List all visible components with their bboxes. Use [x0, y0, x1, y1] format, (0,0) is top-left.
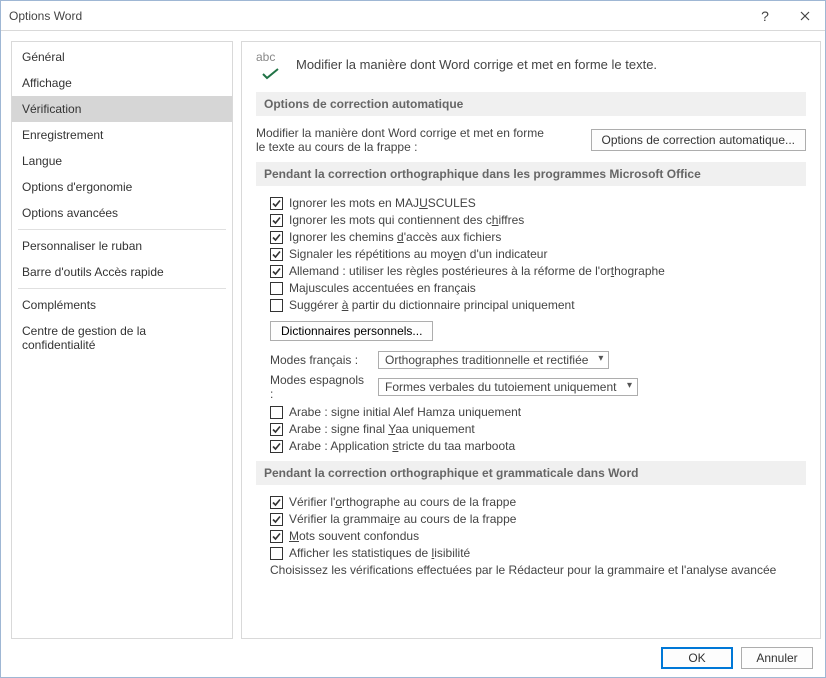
checkbox-row: Vérifier la grammaire au cours de la fra…	[270, 512, 806, 526]
french-mode-value: Orthographes traditionnelle et rectifiée	[385, 353, 588, 367]
sidebar-separator	[18, 229, 226, 230]
spelling-checks-group: Ignorer les mots en MAJUSCULES Ignorer le…	[256, 196, 806, 312]
checkbox-label: Mots souvent confondus	[289, 529, 419, 543]
abc-text: abc	[256, 50, 275, 64]
sidebar-separator	[18, 288, 226, 289]
sidebar-item[interactable]: Personnaliser le ruban	[12, 233, 232, 259]
help-button[interactable]: ?	[745, 1, 785, 31]
custom-dictionaries-button[interactable]: Dictionnaires personnels...	[270, 321, 433, 341]
french-mode-row: Modes français : Orthographes traditionn…	[270, 351, 806, 369]
checkbox-row: Arabe : Application stricte du taa marbo…	[270, 439, 806, 453]
checkbox-row: Vérifier l'orthographe au cours de la fr…	[270, 495, 806, 509]
page-header: abc Modifier la manière dont Word corrig…	[256, 52, 806, 76]
checkbox-row: Arabe : signe initial Alef Hamza uniquem…	[270, 405, 806, 419]
spanish-mode-row: Modes espagnols : Formes verbales du tut…	[270, 373, 806, 401]
checkbox[interactable]	[270, 440, 283, 453]
checkbox-row: Ignorer les mots qui contiennent des chi…	[270, 213, 806, 227]
sidebar-item[interactable]: Barre d'outils Accès rapide	[12, 259, 232, 285]
content-scroll[interactable]: abc Modifier la manière dont Word corrig…	[242, 42, 820, 638]
dialog-body: GénéralAffichageVérificationEnregistreme…	[1, 31, 825, 639]
checkbox-row: Suggérer à partir du dictionnaire princi…	[270, 298, 806, 312]
sidebar-item[interactable]: Affichage	[12, 70, 232, 96]
checkbox[interactable]	[270, 214, 283, 227]
page-subtitle: Modifier la manière dont Word corrige et…	[296, 57, 657, 72]
close-icon	[800, 11, 810, 21]
sidebar-item[interactable]: Vérification	[12, 96, 232, 122]
spanish-mode-select[interactable]: Formes verbales du tutoiement uniquement	[378, 378, 638, 396]
section-spelling-header: Pendant la correction orthographique dan…	[256, 162, 806, 186]
checkbox-row: Majuscules accentuées en français	[270, 281, 806, 295]
checkbox-label: Vérifier la grammaire au cours de la fra…	[289, 512, 516, 526]
checkbox-row: Arabe : signe final Yaa uniquement	[270, 422, 806, 436]
checkbox-row: Ignorer les mots en MAJUSCULES	[270, 196, 806, 210]
french-mode-label: Modes français :	[270, 353, 370, 367]
checkbox[interactable]	[270, 282, 283, 295]
titlebar: Options Word ?	[1, 1, 825, 31]
checkbox-label: Arabe : signe initial Alef Hamza uniquem…	[289, 405, 521, 419]
checkbox-label: Ignorer les chemins d'accès aux fichiers	[289, 230, 501, 244]
proofing-icon: abc	[256, 52, 284, 76]
checkbox[interactable]	[270, 530, 283, 543]
checkbox-label: Vérifier l'orthographe au cours de la fr…	[289, 495, 516, 509]
french-mode-select[interactable]: Orthographes traditionnelle et rectifiée	[378, 351, 609, 369]
sidebar-item[interactable]: Compléments	[12, 292, 232, 318]
sidebar-item[interactable]: Options d'ergonomie	[12, 174, 232, 200]
checkbox[interactable]	[270, 496, 283, 509]
checkbox[interactable]	[270, 231, 283, 244]
options-dialog: Options Word ? GénéralAffichageVérificat…	[0, 0, 826, 678]
close-button[interactable]	[785, 1, 825, 31]
checkbox[interactable]	[270, 547, 283, 560]
checkbox[interactable]	[270, 406, 283, 419]
checkbox-label: Arabe : signe final Yaa uniquement	[289, 422, 475, 436]
checkbox-label: Allemand : utiliser les règles postérieu…	[289, 264, 665, 278]
autocorrect-row: Modifier la manière dont Word corrige et…	[256, 126, 806, 154]
checkbox[interactable]	[270, 423, 283, 436]
checkbox-row: Signaler les répétitions au moyen d'un i…	[270, 247, 806, 261]
checkbox[interactable]	[270, 248, 283, 261]
autocorrect-desc: Modifier la manière dont Word corrige et…	[256, 126, 556, 154]
checkbox-row: Mots souvent confondus	[270, 529, 806, 543]
content-panel: abc Modifier la manière dont Word corrig…	[241, 41, 821, 639]
checkbox-label: Ignorer les mots en MAJUSCULES	[289, 196, 476, 210]
checkbox-row: Allemand : utiliser les règles postérieu…	[270, 264, 806, 278]
cancel-button[interactable]: Annuler	[741, 647, 813, 669]
spanish-mode-value: Formes verbales du tutoiement uniquement	[385, 380, 616, 394]
category-sidebar: GénéralAffichageVérificationEnregistreme…	[11, 41, 233, 639]
checkbox[interactable]	[270, 299, 283, 312]
section-autocorrect-header: Options de correction automatique	[256, 92, 806, 116]
checkbox-label: Suggérer à partir du dictionnaire princi…	[289, 298, 575, 312]
word-checks-group: Vérifier l'orthographe au cours de la fr…	[256, 495, 806, 560]
checkbox-label: Majuscules accentuées en français	[289, 281, 476, 295]
checkbox-label: Ignorer les mots qui contiennent des chi…	[289, 213, 524, 227]
autocorrect-options-button[interactable]: Options de correction automatique...	[591, 129, 806, 151]
checkbox[interactable]	[270, 513, 283, 526]
checkbox-label: Signaler les répétitions au moyen d'un i…	[289, 247, 547, 261]
ok-button[interactable]: OK	[661, 647, 733, 669]
checkbox-row: Afficher les statistiques de lisibilité	[270, 546, 806, 560]
checkbox[interactable]	[270, 265, 283, 278]
sidebar-item[interactable]: Général	[12, 44, 232, 70]
sidebar-item[interactable]: Langue	[12, 148, 232, 174]
checkbox-label: Arabe : Application stricte du taa marbo…	[289, 439, 515, 453]
dialog-title: Options Word	[9, 9, 745, 23]
checkbox[interactable]	[270, 197, 283, 210]
checkbox-row: Ignorer les chemins d'accès aux fichiers	[270, 230, 806, 244]
spanish-mode-label: Modes espagnols :	[270, 373, 370, 401]
sidebar-item[interactable]: Centre de gestion de la confidentialité	[12, 318, 232, 358]
dialog-footer: OK Annuler	[1, 639, 825, 677]
arabic-checks-group: Arabe : signe initial Alef Hamza uniquem…	[256, 405, 806, 453]
sidebar-item[interactable]: Enregistrement	[12, 122, 232, 148]
sidebar-item[interactable]: Options avancées	[12, 200, 232, 226]
truncated-text: Choisissez les vérifications effectuées …	[270, 563, 806, 577]
section-word-header: Pendant la correction orthographique et …	[256, 461, 806, 485]
checkbox-label: Afficher les statistiques de lisibilité	[289, 546, 470, 560]
